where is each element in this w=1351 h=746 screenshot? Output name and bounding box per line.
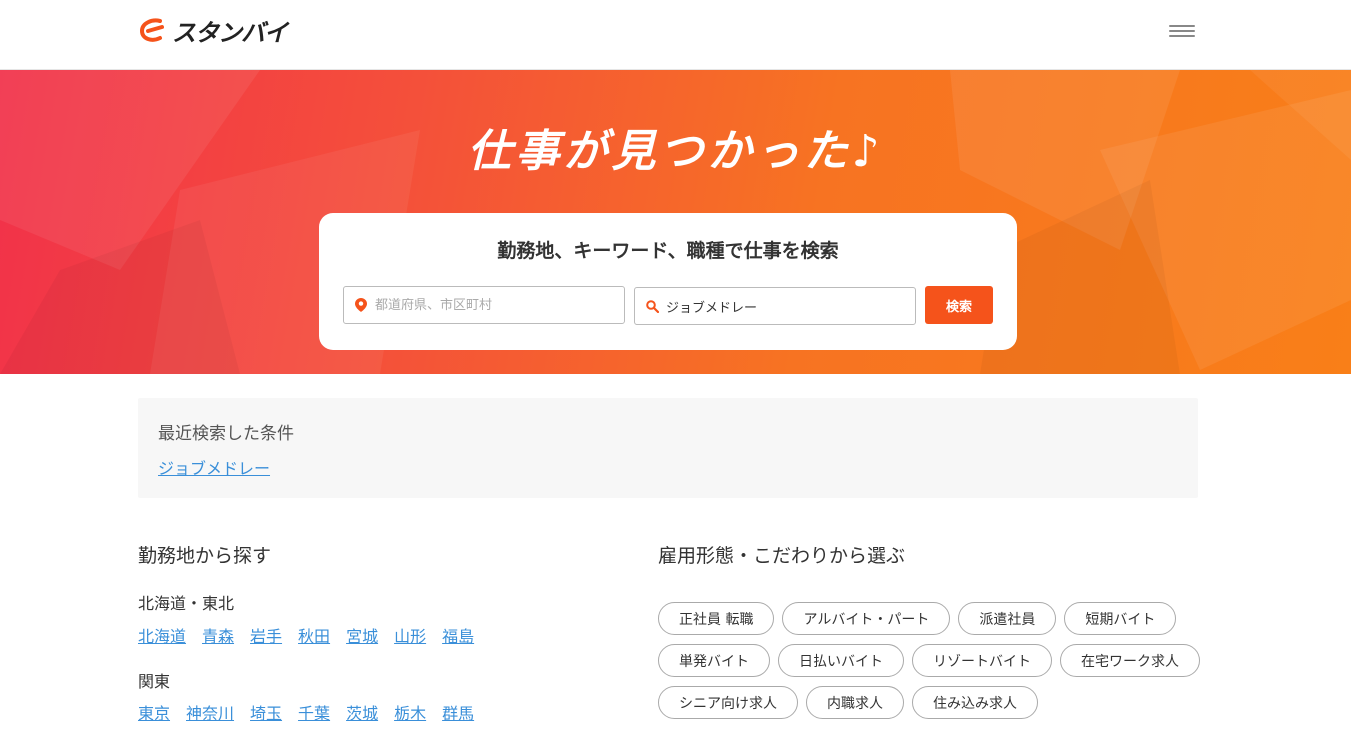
prefecture-link[interactable]: 宮城 (346, 623, 378, 647)
site-logo[interactable]: スタンバイ (138, 14, 288, 47)
employment-chip[interactable]: リゾートバイト (912, 644, 1052, 677)
prefecture-link[interactable]: 千葉 (298, 700, 330, 724)
prefecture-link[interactable]: 北海道 (138, 623, 186, 647)
prefecture-link[interactable]: 東京 (138, 700, 170, 724)
prefecture-link[interactable]: 山形 (394, 623, 426, 647)
search-card: 勤務地、キーワード、職種で仕事を検索 検索 (319, 213, 1017, 350)
prefecture-link[interactable]: 青森 (202, 623, 234, 647)
employment-section-title: 雇用形態・こだわりから選ぶ (658, 545, 906, 567)
prefecture-link[interactable]: 埼玉 (250, 700, 282, 724)
search-button[interactable]: 検索 (925, 286, 993, 324)
keyword-input[interactable] (666, 298, 906, 314)
site-header: スタンバイ (0, 0, 1351, 70)
employment-chip[interactable]: 内職求人 (806, 686, 904, 719)
employment-chip[interactable]: 住み込み求人 (912, 686, 1038, 719)
prefecture-link[interactable]: 神奈川 (186, 700, 234, 724)
search-heading: 勤務地、キーワード、職種で仕事を検索 (497, 240, 839, 262)
employment-chip[interactable]: 派遣社員 (958, 602, 1057, 635)
recent-search-link[interactable]: ジョブメドレー (158, 455, 270, 479)
prefecture-link[interactable]: 栃木 (394, 700, 426, 724)
logo-text: スタンバイ (172, 18, 288, 47)
prefecture-link[interactable]: 群馬 (442, 700, 474, 724)
logo-mark-icon (139, 18, 164, 42)
employment-chip[interactable]: 在宅ワーク求人 (1060, 644, 1200, 677)
region-name: 北海道・東北 (138, 594, 235, 613)
recent-searches-title: 最近検索した条件 (158, 424, 294, 444)
recent-searches: 最近検索した条件 ジョブメドレー (138, 398, 1198, 498)
employment-chip[interactable]: 正社員 転職 (658, 602, 775, 635)
search-icon (645, 299, 659, 313)
location-pin-icon (354, 298, 368, 312)
region-name: 関東 (138, 672, 171, 691)
hero-title: 仕事が見つかった♪ (467, 126, 884, 177)
location-section-title: 勤務地から探す (138, 545, 272, 567)
hero-banner: 仕事が見つかった♪ 勤務地、キーワード、職種で仕事を検索 検索 (0, 70, 1351, 374)
employment-chip[interactable]: 短期バイト (1064, 602, 1177, 635)
location-input[interactable] (375, 297, 615, 313)
prefecture-link[interactable]: 福島 (442, 623, 474, 647)
employment-chip[interactable]: アルバイト・パート (782, 602, 951, 635)
location-field[interactable] (343, 286, 625, 324)
employment-chip[interactable]: 日払いバイト (778, 644, 904, 677)
keyword-field[interactable] (634, 287, 916, 325)
prefecture-link[interactable]: 岩手 (250, 623, 282, 647)
employment-chip-list: 正社員 転職 アルバイト・パート 派遣社員 短期バイト 単発バイト 日払いバイト… (658, 602, 1218, 719)
prefecture-list: 東京 神奈川 埼玉 千葉 茨城 栃木 群馬 (138, 700, 474, 724)
prefecture-link[interactable]: 茨城 (346, 700, 378, 724)
hamburger-menu-icon[interactable] (1169, 22, 1195, 42)
prefecture-list: 北海道 青森 岩手 秋田 宮城 山形 福島 (138, 623, 474, 647)
prefecture-link[interactable]: 秋田 (298, 623, 330, 647)
employment-chip[interactable]: 単発バイト (658, 644, 770, 677)
employment-chip[interactable]: シニア向け求人 (658, 686, 798, 719)
